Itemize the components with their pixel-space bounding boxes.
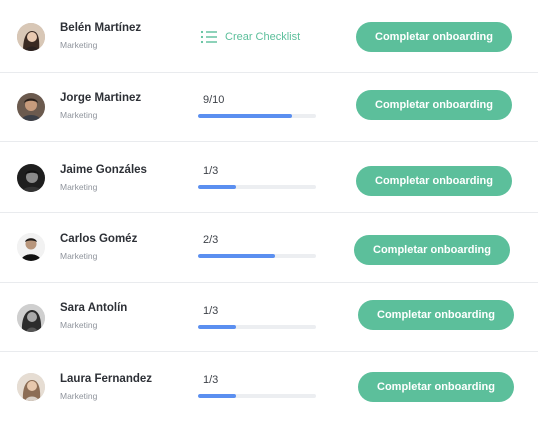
employee-name: Sara Antolín — [60, 302, 128, 314]
progress-count: 1/3 — [203, 165, 219, 177]
employee-department: Marketing — [60, 251, 98, 261]
employee-department: Marketing — [60, 320, 98, 330]
employee-row: Laura Fernandez Marketing 1/3 Completar … — [0, 352, 538, 422]
progress-bar — [198, 394, 316, 398]
progress-count: 9/10 — [203, 94, 225, 106]
employee-department: Marketing — [60, 40, 98, 50]
complete-onboarding-button[interactable]: Completar onboarding — [356, 90, 512, 120]
avatar — [17, 304, 45, 332]
progress-fill — [198, 325, 236, 329]
employee-row: Jorge Martinez Marketing 9/10 Completar … — [0, 73, 538, 141]
employee-row: Carlos Goméz Marketing 2/3 Completar onb… — [0, 213, 538, 282]
employee-name: Jorge Martinez — [60, 92, 142, 104]
progress-fill — [198, 394, 236, 398]
progress-fill — [198, 185, 236, 189]
employee-name: Belén Martínez — [60, 22, 142, 34]
complete-onboarding-button[interactable]: Completar onboarding — [354, 235, 510, 265]
employee-row: Belén Martínez Marketing Crear Checklist… — [0, 0, 538, 72]
progress-count: 2/3 — [203, 234, 219, 246]
employee-name: Carlos Goméz — [60, 233, 138, 245]
employee-department: Marketing — [60, 110, 98, 120]
employee-name: Laura Fernandez — [60, 373, 153, 385]
avatar — [17, 233, 45, 261]
complete-onboarding-button[interactable]: Completar onboarding — [358, 372, 514, 402]
progress-fill — [198, 254, 275, 258]
employee-row: Sara Antolín Marketing 1/3 Completar onb… — [0, 283, 538, 351]
complete-onboarding-button[interactable]: Completar onboarding — [358, 300, 514, 330]
progress-bar — [198, 325, 316, 329]
create-checklist-label: Crear Checklist — [225, 31, 301, 43]
create-checklist-link[interactable]: Crear Checklist — [200, 29, 300, 45]
employee-row: Jaime Gonzáles Marketing 1/3 Completar o… — [0, 142, 538, 212]
progress-count: 1/3 — [203, 374, 219, 386]
avatar — [17, 23, 45, 51]
avatar — [17, 373, 45, 401]
employee-department: Marketing — [60, 391, 98, 401]
complete-onboarding-button[interactable]: Completar onboarding — [356, 22, 512, 52]
complete-onboarding-button[interactable]: Completar onboarding — [356, 166, 512, 196]
employee-department: Marketing — [60, 182, 98, 192]
progress-bar — [198, 254, 316, 258]
progress-bar — [198, 114, 316, 118]
avatar — [17, 164, 45, 192]
progress-count: 1/3 — [203, 305, 219, 317]
list-icon — [200, 30, 218, 44]
progress-fill — [198, 114, 293, 118]
employee-onboarding-list: Belén Martínez Marketing Crear Checklist… — [0, 0, 538, 422]
employee-name: Jaime Gonzáles — [60, 164, 147, 176]
avatar — [17, 93, 45, 121]
progress-bar — [198, 185, 316, 189]
